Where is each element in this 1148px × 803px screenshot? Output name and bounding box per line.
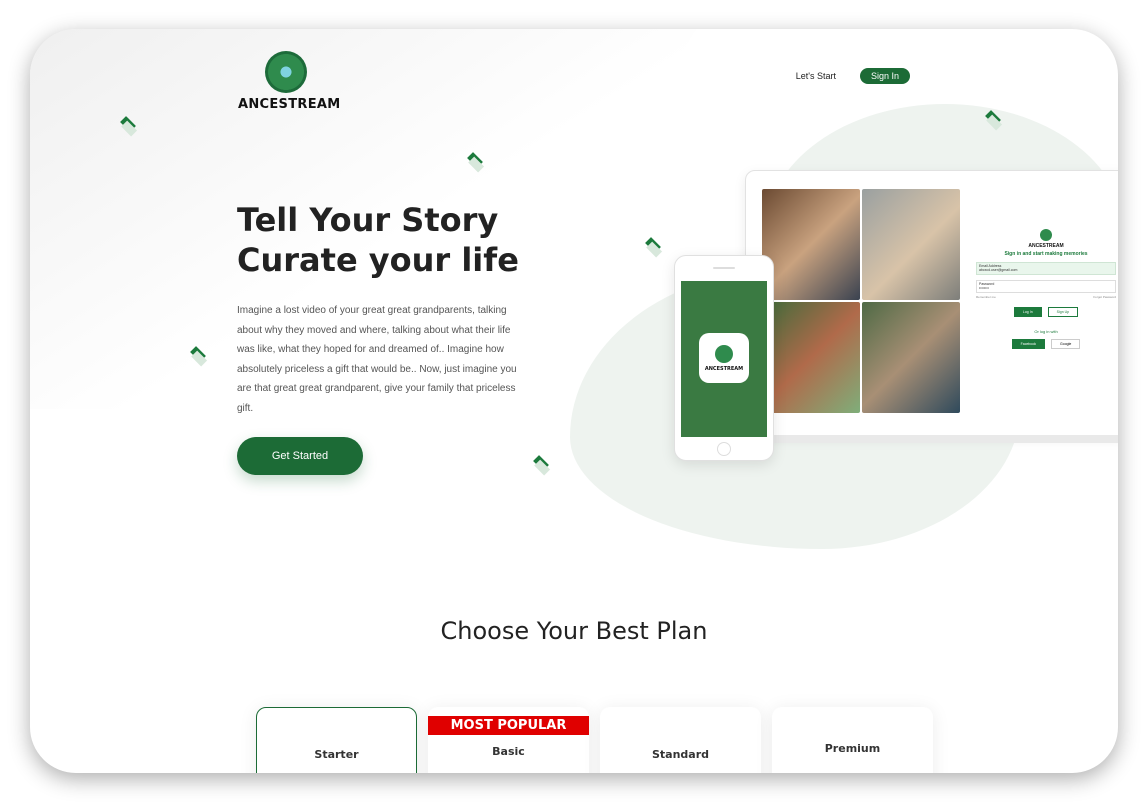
brand-name: ANCESTREAM	[238, 97, 341, 112]
plan-name: Premium	[824, 742, 881, 755]
friends-photo	[762, 302, 860, 413]
password-field: Password ••••••••	[976, 280, 1116, 293]
login-form-mockup: ANCESTREAM Sign in and start making memo…	[976, 229, 1116, 349]
app-icon: ANCESTREAM	[699, 333, 749, 383]
tree-river-logo-icon	[1040, 229, 1052, 241]
form-buttons: Log In Sign Up	[976, 307, 1116, 317]
form-brand: ANCESTREAM	[1028, 243, 1064, 249]
app-icon-label: ANCESTREAM	[704, 365, 744, 372]
laptop-base	[730, 435, 1118, 443]
photo-grid	[762, 189, 960, 413]
phone-home-button	[717, 442, 731, 456]
or-login-with: Or log in with	[1034, 329, 1058, 334]
laptop-mockup: ANCESTREAM Sign in and start making memo…	[745, 170, 1118, 436]
lets-start-link[interactable]: Let's Start	[796, 71, 836, 81]
mother-baby-photo	[862, 302, 960, 413]
form-heading: Sign in and start making memories	[1004, 251, 1088, 257]
plans-title: Choose Your Best Plan	[440, 617, 708, 645]
brand-logo[interactable]: ANCESTREAM	[238, 51, 341, 112]
sign-in-button[interactable]: Sign In	[859, 68, 910, 84]
get-started-button[interactable]: Get Started	[237, 437, 363, 475]
tree-river-logo-icon	[715, 344, 733, 363]
password-value: ••••••••	[979, 286, 989, 290]
plan-card-premium[interactable]: Premium	[772, 707, 933, 773]
hero-title-line2: Curate your life	[237, 241, 519, 279]
page-frame: ANCESTREAM Let's Start Sign In Tell Your…	[30, 29, 1118, 773]
most-popular-ribbon: MOST POPULAR	[428, 716, 589, 735]
decor-diamond-icon	[533, 455, 549, 471]
tree-river-logo-icon	[265, 51, 307, 93]
plan-cards: Starter MOST POPULAR Basic Standard Prem…	[256, 707, 933, 773]
hero-title: Tell Your Story Curate your life	[237, 200, 519, 280]
baby-photo	[862, 189, 960, 300]
phone-mockup: ANCESTREAM	[674, 255, 774, 461]
phone-screen: ANCESTREAM	[681, 281, 767, 437]
social-buttons: Facebook Google	[976, 339, 1116, 349]
plan-name: Basic	[492, 745, 525, 758]
plan-card-starter[interactable]: Starter	[256, 707, 417, 773]
remember-me: Remember me	[976, 295, 996, 299]
email-value: abcxcd.user@gmail.com	[979, 268, 1018, 272]
plan-name: Starter	[314, 748, 359, 761]
plan-card-standard[interactable]: Standard	[600, 707, 761, 773]
decor-diamond-icon	[645, 237, 661, 253]
facebook-button: Facebook	[1011, 339, 1046, 349]
google-button: Google	[1051, 339, 1081, 349]
phone-speaker	[713, 267, 735, 269]
forgot-password: Forgot Password	[1093, 295, 1116, 299]
hero-title-line1: Tell Your Story	[237, 201, 499, 239]
email-field: Email Address abcxcd.user@gmail.com	[976, 262, 1116, 275]
family-photo	[762, 189, 860, 300]
top-nav: Let's Start Sign In	[796, 68, 910, 84]
plan-card-basic[interactable]: MOST POPULAR Basic	[428, 707, 589, 773]
plan-name: Standard	[651, 748, 710, 761]
hero-description: Imagine a lost video of your great great…	[237, 305, 517, 414]
mockup-login-button: Log In	[1013, 307, 1042, 317]
form-options: Remember me Forgot Password	[976, 295, 1116, 299]
mockup-signup-button: Sign Up	[1047, 307, 1079, 317]
